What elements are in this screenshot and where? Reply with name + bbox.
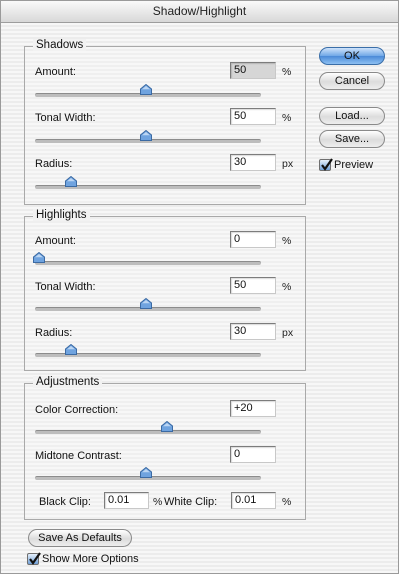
show-more-options-checkbox[interactable]: Show More Options (27, 552, 167, 566)
shadows-radius-unit: px (282, 158, 294, 170)
preview-checkbox[interactable]: Preview (319, 158, 389, 172)
highlights-tonal-width-label: Tonal Width: (35, 281, 96, 293)
highlights-tonal-width-field[interactable]: 50 (230, 277, 276, 294)
black-clip-field[interactable]: 0.01 (104, 492, 149, 509)
shadows-tonal-width-label: Tonal Width: (35, 112, 96, 124)
shadows-tonal-width-slider-thumb[interactable] (140, 129, 152, 141)
preview-checkbox-box[interactable] (319, 158, 333, 171)
checkmark-icon (321, 158, 333, 171)
highlights-radius-slider-thumb[interactable] (65, 343, 78, 355)
highlights-radius-field[interactable]: 30 (230, 323, 276, 340)
highlights-amount-field[interactable]: 0 (230, 231, 276, 248)
highlights-amount-label: Amount: (35, 235, 76, 247)
highlights-group-title: Highlights (33, 209, 90, 221)
highlights-group: Highlights Amount: 0 % Tonal Width: 50 %… (24, 209, 306, 371)
shadows-amount-unit: % (282, 66, 292, 78)
slider-thumb-icon (140, 83, 152, 95)
shadows-group-title: Shadows (33, 39, 87, 51)
midtone-contrast-slider-thumb[interactable] (140, 466, 152, 478)
highlights-radius-label: Radius: (35, 327, 73, 339)
save-as-defaults-button[interactable]: Save As Defaults (28, 529, 132, 547)
dialog-title: Shadow/Highlight (1, 1, 398, 23)
color-correction-field[interactable]: +20 (230, 400, 276, 417)
show-more-options-checkbox-box[interactable] (27, 552, 41, 565)
shadows-radius-label: Radius: (35, 158, 73, 170)
ok-button[interactable]: OK (319, 47, 385, 65)
adjustments-group-title: Adjustments (33, 376, 103, 388)
midtone-contrast-field[interactable]: 0 (230, 446, 276, 463)
shadows-radius-field[interactable]: 30 (230, 154, 276, 171)
slider-thumb-icon (33, 251, 45, 263)
slider-thumb-icon (65, 175, 78, 187)
shadows-group: Shadows Amount: 50 % Tonal Width: 50 % R… (24, 39, 306, 205)
load-button[interactable]: Load... (319, 107, 385, 125)
shadows-tonal-width-unit: % (282, 112, 292, 124)
shadows-radius-slider-thumb[interactable] (65, 175, 78, 187)
white-clip-field[interactable]: 0.01 (231, 492, 276, 509)
slider-thumb-icon (161, 420, 174, 432)
slider-thumb-icon (140, 466, 152, 478)
highlights-tonal-width-slider-thumb[interactable] (140, 297, 152, 309)
save-button[interactable]: Save... (319, 130, 385, 148)
shadows-amount-field[interactable]: 50 (230, 62, 276, 79)
shadows-tonal-width-field[interactable]: 50 (230, 108, 276, 125)
checkmark-icon (29, 552, 41, 565)
slider-thumb-icon (140, 297, 152, 309)
slider-thumb-icon (140, 129, 152, 141)
black-clip-unit: % (153, 496, 163, 508)
black-clip-label: Black Clip: (39, 496, 91, 508)
midtone-contrast-label: Midtone Contrast: (35, 450, 122, 462)
color-correction-slider[interactable] (35, 430, 261, 434)
color-correction-label: Color Correction: (35, 404, 119, 416)
highlights-amount-unit: % (282, 235, 292, 247)
highlights-amount-slider-thumb[interactable] (33, 251, 45, 263)
white-clip-unit: % (282, 496, 292, 508)
adjustments-group: Adjustments Color Correction: +20 Midton… (24, 376, 306, 520)
cancel-button[interactable]: Cancel (319, 72, 385, 90)
highlights-radius-unit: px (282, 327, 294, 339)
shadows-amount-slider-thumb[interactable] (140, 83, 152, 95)
highlights-amount-slider[interactable] (35, 261, 261, 265)
show-more-options-label: Show More Options (42, 553, 139, 565)
highlights-tonal-width-unit: % (282, 281, 292, 293)
slider-thumb-icon (65, 343, 78, 355)
color-correction-slider-thumb[interactable] (161, 420, 174, 432)
preview-label: Preview (334, 159, 374, 171)
white-clip-label: White Clip: (164, 496, 218, 508)
shadows-amount-label: Amount: (35, 66, 76, 78)
shadow-highlight-dialog: Shadow/Highlight Shadows Amount: 50 % To… (0, 0, 399, 574)
